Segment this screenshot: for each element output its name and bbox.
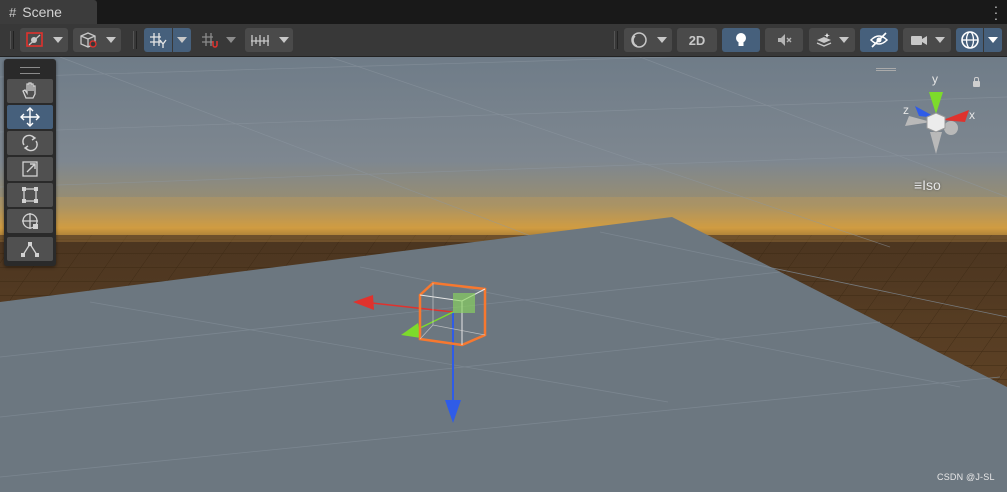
2d-toggle-button[interactable]: 2D: [677, 28, 717, 52]
chevron-down-icon: [106, 37, 116, 43]
chevron-down-icon: [279, 37, 289, 43]
hamburger-icon: ≡: [914, 177, 923, 193]
watermark: CSDN @J-SL: [937, 472, 995, 482]
xy-plane-handle[interactable]: [453, 293, 475, 313]
eye-slash-icon: [869, 32, 889, 48]
grid-hash-icon: #: [9, 4, 17, 20]
layers-effects-icon: [816, 33, 832, 47]
chevron-down-icon: [177, 37, 187, 43]
tools-overlay: [4, 59, 56, 266]
hand-icon: [22, 82, 36, 99]
hidden-objects-toggle[interactable]: [860, 28, 898, 52]
toolbar-separator: [133, 31, 137, 49]
gizmo-label-z: z: [903, 103, 909, 117]
move-arrows-icon: [20, 107, 40, 127]
grid-ruler-icon: [251, 35, 269, 46]
toolbar-separator: [614, 31, 618, 49]
increment-snap-dropdown[interactable]: [196, 28, 240, 52]
scale-icon: [22, 161, 38, 177]
effects-dropdown[interactable]: [809, 28, 855, 52]
chevron-down-icon: [839, 37, 849, 43]
grid-snap-icon: [150, 33, 167, 48]
audio-toggle[interactable]: [765, 28, 803, 52]
chevron-down-icon: [657, 37, 667, 43]
transform-icon: [22, 213, 38, 229]
gizmo-label-y: y: [932, 72, 938, 86]
scene-toolbar: 2D: [0, 24, 1007, 57]
projection-label: Iso: [922, 177, 941, 193]
overlay-grip-icon[interactable]: [20, 67, 40, 74]
projection-toggle[interactable]: ≡Iso: [914, 177, 941, 193]
render-mode-dropdown[interactable]: [73, 28, 121, 52]
gizmo-x-cone[interactable]: [943, 110, 969, 122]
grid-snapping-dropdown[interactable]: [173, 28, 191, 52]
rect-tool-button[interactable]: [7, 183, 53, 207]
rect-transform-icon: [22, 187, 38, 203]
hand-tool-button[interactable]: [7, 79, 53, 103]
wireframe-cube-icon: [80, 32, 97, 48]
tab-scene[interactable]: # Scene: [0, 0, 97, 24]
gizmos-toggle[interactable]: [956, 28, 983, 52]
chevron-down-icon: [53, 37, 63, 43]
rotate-tool-button[interactable]: [7, 131, 53, 155]
grid-visibility-dropdown[interactable]: [245, 28, 293, 52]
tab-scene-label: Scene: [22, 4, 62, 20]
tab-bar: # Scene · · ·: [0, 0, 1007, 25]
2d-toggle-label: 2D: [688, 32, 706, 48]
chevron-down-icon: [988, 37, 998, 43]
custom-editor-tool-icon: [21, 242, 39, 257]
gizmo-negy-cone[interactable]: [930, 132, 942, 154]
scene-render: [0, 57, 1007, 492]
gizmo-y-cone[interactable]: [929, 92, 943, 114]
scene-viewport[interactable]: [0, 57, 1007, 492]
gizmo-collapse-icon[interactable]: [876, 68, 896, 71]
lighting-toggle[interactable]: [722, 28, 760, 52]
light-bulb-icon: [736, 33, 746, 46]
grid-snapping-toggle[interactable]: [144, 28, 172, 52]
globe-gizmo-icon: [960, 31, 979, 49]
transform-tool-button[interactable]: [7, 209, 53, 233]
increment-snap-icon: [202, 33, 218, 48]
scale-tool-button[interactable]: [7, 157, 53, 181]
speaker-mute-icon: [778, 34, 792, 46]
shading-dropdown[interactable]: [624, 28, 672, 52]
gizmos-dropdown[interactable]: [984, 28, 1002, 52]
sphere-shading-icon: [631, 32, 647, 48]
draw-mode-dropdown[interactable]: [20, 28, 68, 52]
camera-dropdown[interactable]: [903, 28, 951, 52]
custom-tool-button[interactable]: [7, 237, 53, 261]
chevron-down-icon: [226, 37, 236, 43]
orientation-gizmo[interactable]: y z x: [897, 70, 981, 160]
gizmo-negz-cone[interactable]: [944, 121, 958, 135]
vertical-dots-icon[interactable]: · · ·: [993, 0, 999, 25]
move-tool-button[interactable]: [7, 105, 53, 129]
gizmo-label-x: x: [969, 108, 975, 122]
rotate-icon: [22, 134, 38, 152]
toolbar-separator: [10, 31, 14, 49]
chevron-down-icon: [935, 37, 945, 43]
camera-icon: [911, 36, 927, 45]
gizmo-center-cube[interactable]: [926, 112, 946, 133]
shaded-draw-mode-icon: [26, 32, 43, 47]
